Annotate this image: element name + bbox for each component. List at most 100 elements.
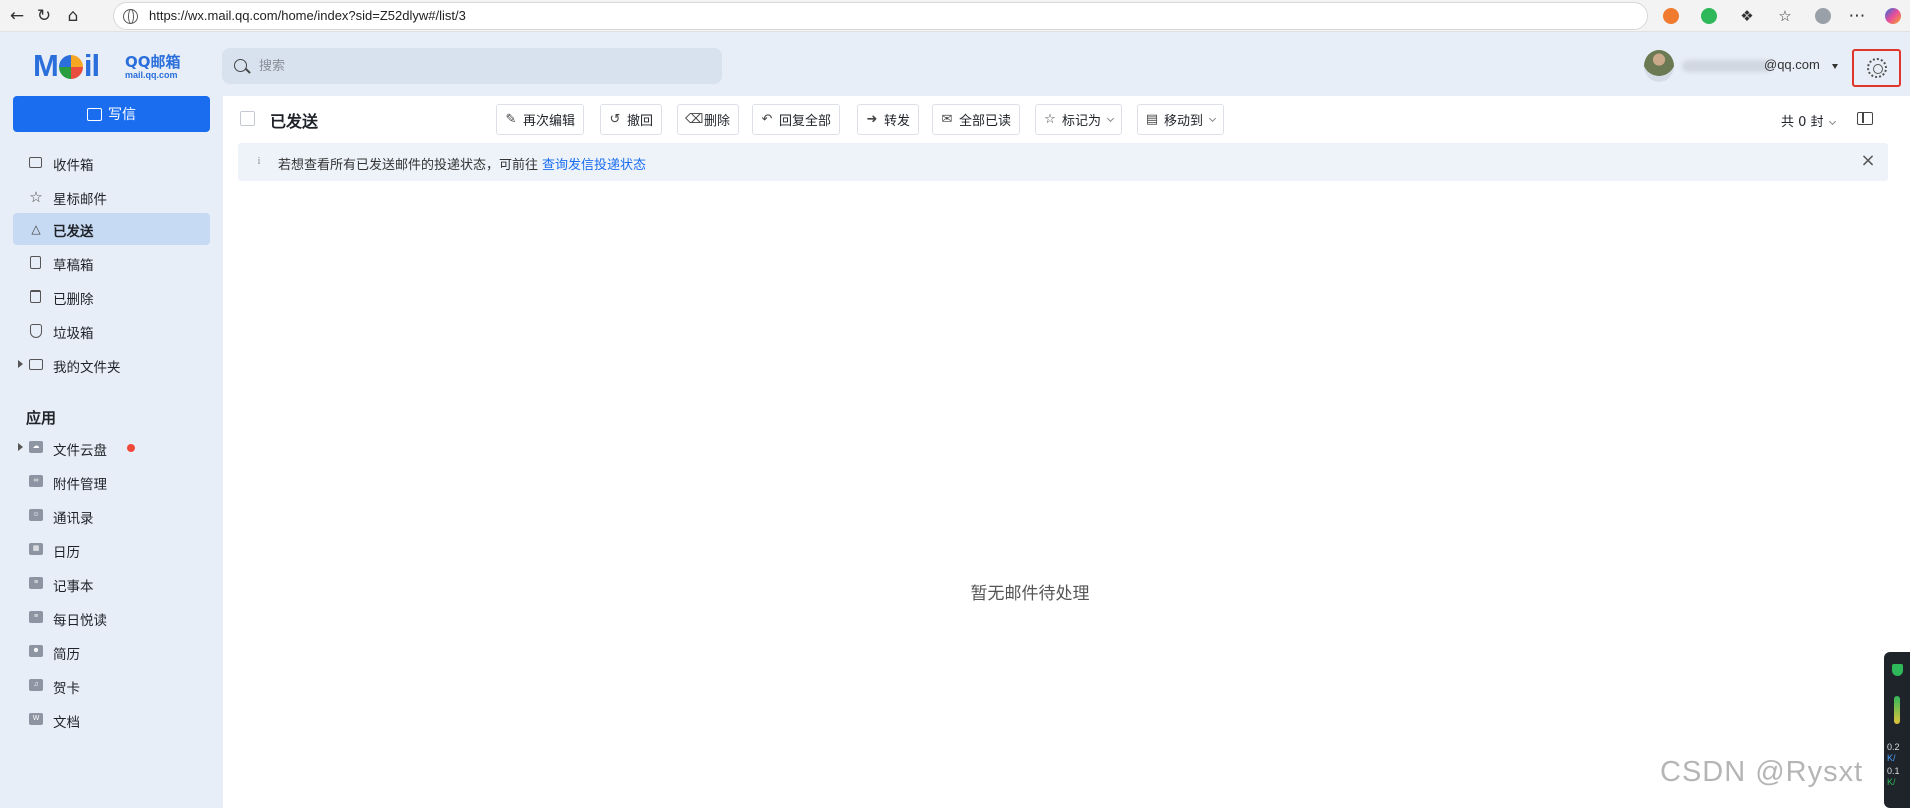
mail-count-dropdown[interactable]: 共 0 封 — [1781, 111, 1836, 130]
button-label: 删除 — [704, 114, 731, 129]
sidebar-item-label: 收件箱 — [53, 158, 94, 174]
chevron-down-icon — [1832, 64, 1838, 69]
back-icon[interactable]: ← — [4, 4, 30, 28]
sidebar-item-label: 简历 — [53, 647, 80, 663]
inbox-icon — [29, 157, 42, 168]
favorites-icon[interactable]: ☆ — [1772, 4, 1798, 28]
monitor-unit: K/ — [1887, 777, 1896, 787]
search-box[interactable] — [222, 48, 722, 84]
extensions-puzzle-icon[interactable]: ❖ — [1734, 4, 1760, 28]
logo-o-icon — [58, 55, 83, 79]
button-label: 转发 — [884, 114, 911, 129]
mark-as-dropdown[interactable]: ☆ 标记为 — [1035, 104, 1123, 135]
reading-pane-toggle-icon[interactable] — [1857, 112, 1873, 125]
button-label: 标记为 — [1062, 114, 1102, 129]
recall-icon: ↺ — [609, 111, 621, 127]
sidebar-item-cloud-drive[interactable]: ☁ 文件云盘 — [13, 432, 210, 464]
compose-button[interactable]: 写信 — [13, 96, 210, 132]
qq-mail-logo[interactable]: Mil QQ邮箱 mail.qq.com — [33, 48, 193, 84]
sidebar-item-label: 星标邮件 — [53, 192, 107, 208]
folder-icon — [29, 359, 43, 370]
sidebar-item-label: 日历 — [53, 545, 80, 561]
globe-icon — [123, 9, 138, 24]
mark-all-read-button[interactable]: ✉ 全部已读 — [932, 104, 1021, 135]
star-icon: ☆ — [29, 188, 43, 206]
url-text[interactable]: https://wx.mail.qq.com/home/index?sid=Z5… — [149, 8, 466, 23]
forward-button[interactable]: ➜ 转发 — [857, 104, 920, 135]
draft-icon — [30, 256, 41, 269]
move-folder-icon: ▤ — [1145, 111, 1159, 127]
account-email: @qq.com — [1764, 57, 1820, 72]
home-icon[interactable]: ⌂ — [60, 4, 86, 28]
greeting-card-icon: ♫ — [29, 679, 43, 691]
sidebar-item-spam[interactable]: 垃圾箱 — [13, 315, 210, 347]
forward-icon: ➜ — [866, 111, 878, 127]
sidebar-item-inbox[interactable]: 收件箱 — [13, 147, 210, 179]
watermark: CSDN @Rysxt — [1660, 756, 1864, 788]
gear-icon — [1866, 58, 1887, 78]
delete-icon: ⌫ — [685, 111, 704, 127]
button-label: 全部已读 — [959, 114, 1012, 129]
resume-icon: ☻ — [29, 645, 43, 657]
sidebar-item-my-folders[interactable]: 我的文件夹 — [13, 349, 210, 381]
trash-icon — [30, 290, 41, 303]
extension-orange-icon[interactable] — [1663, 8, 1679, 24]
recall-button[interactable]: ↺ 撤回 — [600, 104, 663, 135]
logo-brand: QQ邮箱 — [125, 53, 181, 71]
sidebar-item-daily-reading[interactable]: ≡ 每日悦读 — [13, 602, 210, 634]
more-menu-icon[interactable]: ⋯ — [1844, 4, 1870, 28]
reload-icon[interactable]: ↻ — [31, 4, 57, 28]
profile-icon[interactable] — [1815, 8, 1831, 24]
sidebar-item-resume[interactable]: ☻ 简历 — [13, 636, 210, 668]
copilot-icon[interactable] — [1885, 8, 1901, 24]
sidebar-item-deleted[interactable]: 已删除 — [13, 281, 210, 313]
sidebar-item-attachments[interactable]: ∞ 附件管理 — [13, 466, 210, 498]
button-label: 撤回 — [627, 114, 654, 129]
sidebar-item-sent[interactable]: △ 已发送 — [13, 213, 210, 245]
system-monitor-widget[interactable]: 0.2 K/ 0.1 K/ — [1884, 652, 1910, 808]
select-all-checkbox[interactable] — [240, 111, 255, 126]
expand-arrow-icon[interactable] — [18, 443, 23, 451]
logo-domain: mail.qq.com — [125, 70, 178, 80]
delete-button[interactable]: ⌫ 删除 — [677, 104, 740, 135]
attachment-icon: ∞ — [29, 475, 43, 487]
sidebar-item-label: 已发送 — [53, 224, 94, 240]
status-bar-icon — [1894, 696, 1900, 724]
sidebar-item-contacts[interactable]: ☺ 通讯录 — [13, 500, 210, 532]
re-edit-button[interactable]: ✎ 再次编辑 — [496, 104, 585, 135]
sidebar-item-documents[interactable]: W 文档 — [13, 704, 210, 736]
reply-all-button[interactable]: ↶ 回复全部 — [752, 104, 841, 135]
info-icon: i — [257, 156, 261, 167]
search-input[interactable] — [259, 55, 699, 77]
sidebar-item-notepad[interactable]: ≡ 记事本 — [13, 568, 210, 600]
document-icon: W — [29, 713, 43, 725]
address-bar[interactable]: https://wx.mail.qq.com/home/index?sid=Z5… — [113, 2, 1648, 30]
extension-green-icon[interactable] — [1701, 8, 1717, 24]
monitor-unit: K/ — [1887, 753, 1896, 763]
cloud-drive-icon: ☁ — [29, 441, 43, 453]
monitor-value: 0.1 — [1887, 766, 1900, 776]
sidebar-item-starred[interactable]: ☆ 星标邮件 — [13, 181, 210, 213]
notice-message: 若想查看所有已发送邮件的投递状态，可前往 — [278, 158, 539, 173]
close-icon[interactable]: × — [1859, 152, 1877, 170]
button-label: 回复全部 — [779, 114, 832, 129]
compose-icon — [87, 107, 102, 121]
settings-button[interactable] — [1852, 49, 1901, 87]
sidebar-item-calendar[interactable]: ▦ 日历 — [13, 534, 210, 566]
sidebar-item-label: 文档 — [53, 715, 80, 731]
sidebar-item-greeting-card[interactable]: ♫ 贺卡 — [13, 670, 210, 702]
logo-letter-m: M — [33, 48, 59, 83]
expand-arrow-icon[interactable] — [18, 360, 23, 368]
account-menu[interactable]: @qq.com — [1644, 48, 1844, 84]
move-to-dropdown[interactable]: ▤ 移动到 — [1137, 104, 1225, 135]
shield-icon — [1892, 664, 1903, 676]
sidebar-item-drafts[interactable]: 草稿箱 — [13, 247, 210, 279]
reply-all-icon: ↶ — [761, 111, 773, 127]
logo-wordmark: Mil — [33, 48, 100, 84]
avatar[interactable] — [1644, 50, 1674, 82]
delivery-status-link[interactable]: 查询发信投递状态 — [542, 158, 646, 173]
logo-letters-il: il — [83, 48, 100, 83]
chevron-down-icon — [1106, 114, 1115, 122]
mail-list-panel: 已发送 ✎ 再次编辑 ↺ 撤回 ⌫ 删除 ↶ 回复全部 ➜ 转发 ✉ 全部已读 … — [223, 96, 1910, 808]
notepad-icon: ≡ — [29, 577, 43, 589]
